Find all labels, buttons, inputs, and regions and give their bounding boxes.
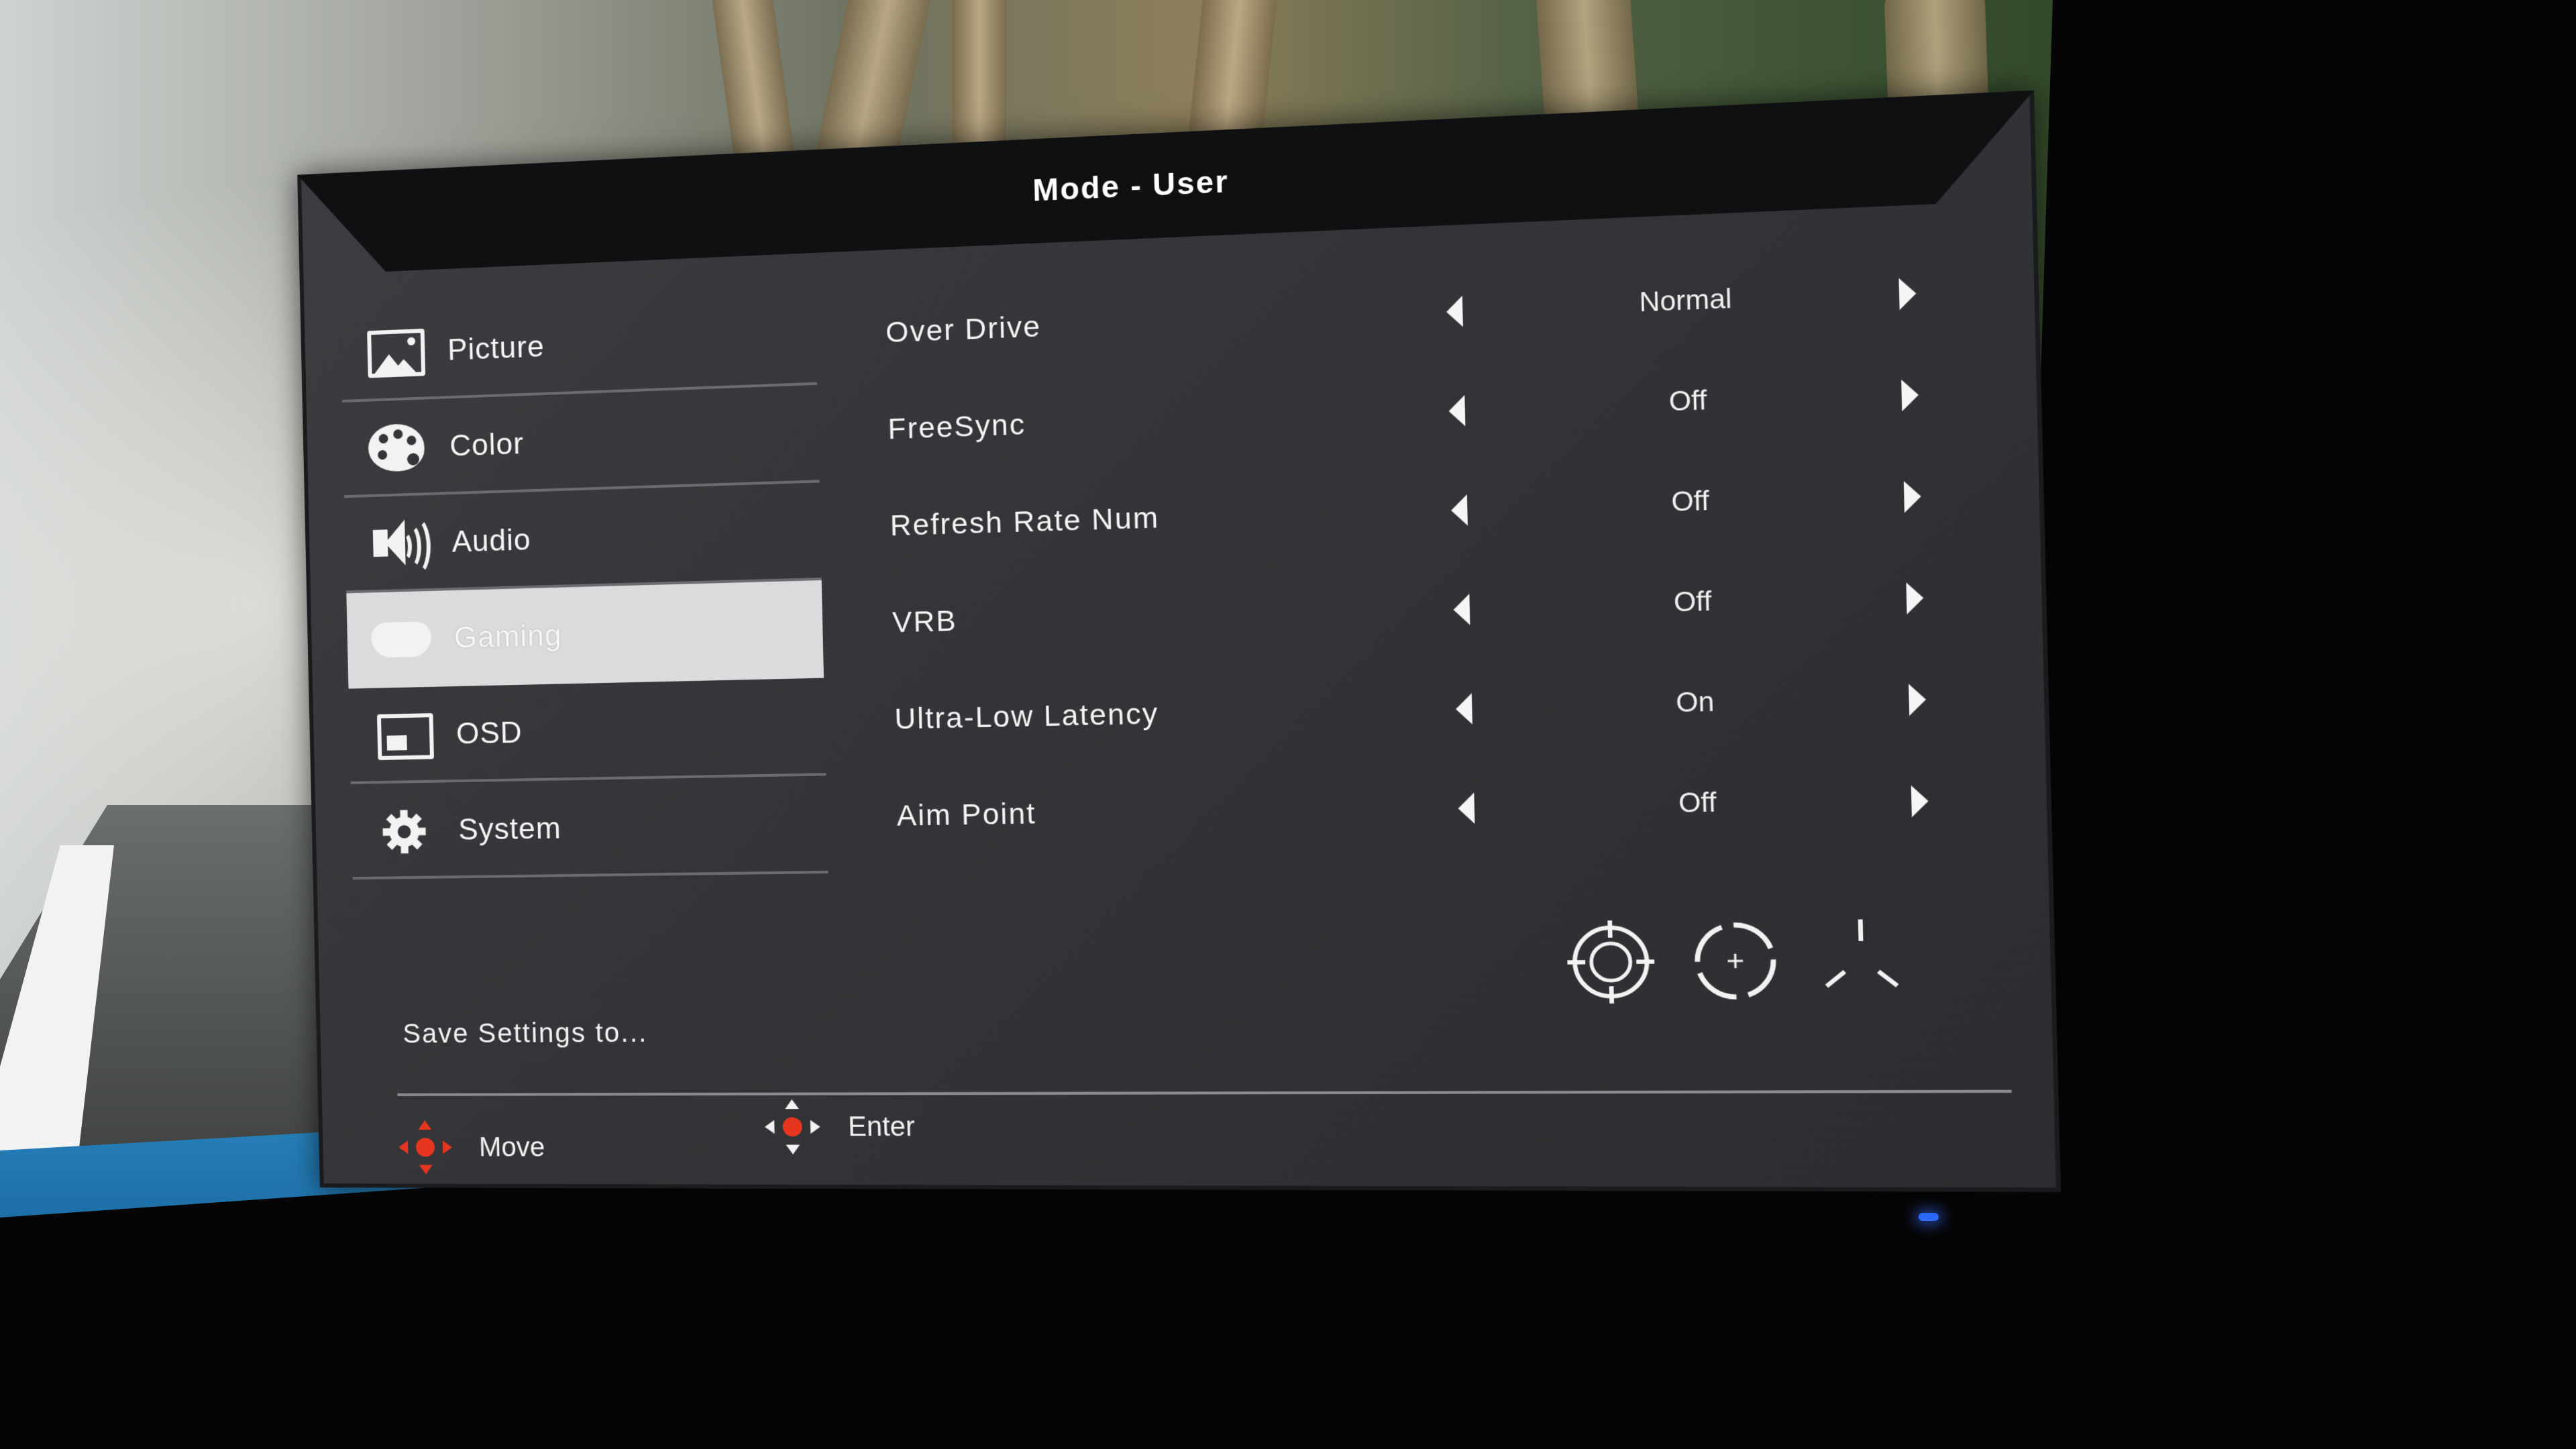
arrow-left-icon[interactable] [1450,494,1468,527]
setting-label: Refresh Rate Num [890,500,1160,542]
setting-value: Normal [1639,284,1733,318]
setting-value: Off [1668,385,1707,417]
gaming-settings-list: Over Drive Normal FreeSync Off Refresh R… [885,238,2006,864]
setting-aim-point[interactable]: Aim Point Off [896,747,2006,864]
setting-label: Aim Point [896,797,1037,832]
setting-value: On [1675,687,1715,718]
palette-icon [362,420,430,476]
menu-item-label: Audio [451,523,532,559]
menu-item-label: Picture [447,329,545,367]
arrow-left-icon[interactable] [1453,594,1470,626]
setting-label: Over Drive [885,309,1042,349]
osd-footer: Move Enter [398,1099,1379,1183]
menu-item-label: OSD [455,716,523,751]
menu-item-label: System [458,811,562,847]
setting-label: VRB [892,604,958,639]
arrow-right-icon[interactable] [1901,378,1919,412]
arrow-left-icon[interactable] [1446,295,1463,328]
gamepad-icon [367,612,435,667]
power-led [1919,1213,1939,1221]
setting-label: FreeSync [888,407,1026,445]
arrow-right-icon[interactable] [1898,277,1917,311]
dpad-move-icon [398,1120,453,1175]
dpad-enter-icon [764,1099,821,1155]
monitor-scene: 19 i ✕ Mode - User Picture [0,0,2576,1449]
picture-icon [360,325,428,381]
footer-enter-label: Enter [847,1111,916,1142]
arrow-right-icon[interactable] [1909,683,1927,716]
footer-enter-hint: Enter [764,1099,916,1155]
menu-item-osd[interactable]: OSD [348,678,826,784]
menu-item-label: Color [449,427,525,463]
save-settings-button[interactable]: Save Settings to... [402,1018,648,1049]
arrow-right-icon[interactable] [1906,582,1924,614]
setting-value: Off [1670,486,1710,517]
footer-move-label: Move [478,1132,545,1163]
menu-item-picture[interactable]: Picture [340,287,817,402]
osd-menu: Mode - User Picture Color Audio Gaming O… [297,90,2061,1192]
menu-item-system[interactable]: System [351,775,828,879]
arrow-right-icon[interactable] [1911,785,1929,818]
arrow-left-icon[interactable] [1458,792,1475,824]
speaker-icon [364,516,432,576]
crosshair-dashed-icon[interactable] [1689,917,1782,1004]
setting-label: Ultra-Low Latency [894,697,1159,735]
arrow-right-icon[interactable] [1903,480,1922,513]
menu-item-audio[interactable]: Audio [344,482,822,593]
menu-item-color[interactable]: Color [342,385,819,498]
crosshair-tri-icon[interactable] [1815,916,1909,1004]
arrow-left-icon[interactable] [1448,394,1466,427]
footer-move-hint: Move [398,1120,545,1175]
aim-point-options [1565,916,1948,1026]
arrow-left-icon[interactable] [1455,693,1472,725]
setting-value: Off [1678,787,1717,818]
osd-icon [369,708,437,763]
crosshair-circle-icon[interactable] [1565,918,1657,1005]
osd-category-menu: Picture Color Audio Gaming OSD System [340,287,828,879]
menu-item-gaming[interactable]: Gaming [346,580,824,689]
setting-value: Off [1673,586,1712,618]
menu-item-label: Gaming [453,619,563,655]
gear-icon [371,804,439,859]
